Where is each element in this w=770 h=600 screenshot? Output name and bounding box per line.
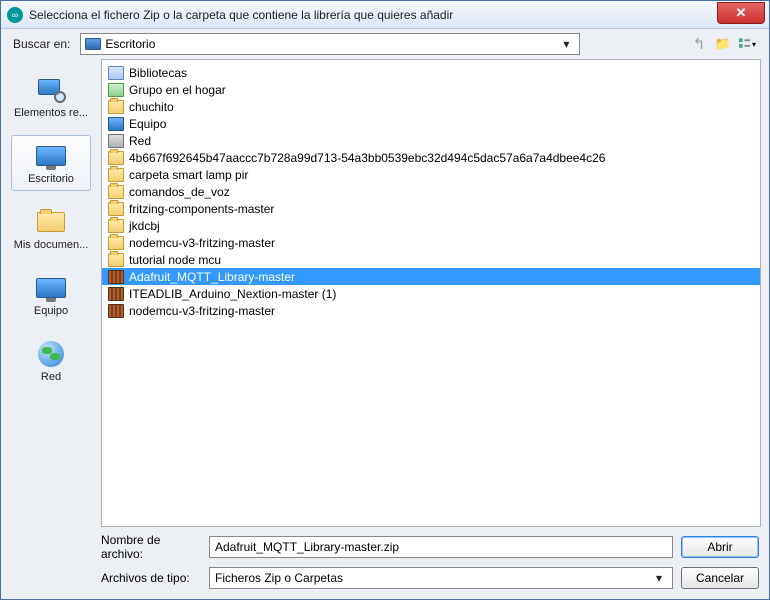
file-row[interactable]: Red (102, 132, 760, 149)
filetype-label: Archivos de tipo: (101, 571, 201, 585)
folder-icon (108, 202, 124, 216)
desktop-icon (85, 38, 101, 50)
place-desktop[interactable]: Escritorio (11, 135, 91, 191)
toolbar-icons: ▾ (689, 34, 757, 54)
file-name: chuchito (129, 100, 174, 114)
file-row[interactable]: 4b667f692645b47aaccc7b728a99d713-54a3bb0… (102, 149, 760, 166)
file-row[interactable]: Bibliotecas (102, 64, 760, 81)
place-label: Escritorio (12, 173, 90, 185)
new-folder-button[interactable] (713, 34, 733, 54)
folder-icon (108, 168, 124, 182)
file-row[interactable]: carpeta smart lamp pir (102, 166, 760, 183)
places-bar: Elementos re... Escritorio Mis documen..… (5, 59, 97, 527)
file-row[interactable]: nodemcu-v3-fritzing-master (102, 234, 760, 251)
file-row[interactable]: Equipo (102, 115, 760, 132)
file-row[interactable]: Grupo en el hogar (102, 81, 760, 98)
file-row[interactable]: nodemcu-v3-fritzing-master (102, 302, 760, 319)
mon-icon (108, 117, 124, 131)
file-name: Bibliotecas (129, 66, 187, 80)
file-name: jkdcbj (129, 219, 160, 233)
file-name: nodemcu-v3-fritzing-master (129, 236, 275, 250)
computer-icon (36, 278, 66, 298)
file-name: tutorial node mcu (129, 253, 221, 267)
group-icon (108, 83, 124, 97)
file-dialog: Selecciona el fichero Zip o la carpeta q… (0, 0, 770, 600)
place-label: Elementos re... (12, 107, 90, 119)
file-name: 4b667f692645b47aaccc7b728a99d713-54a3bb0… (129, 151, 605, 165)
file-name: Equipo (129, 117, 166, 131)
file-row[interactable]: tutorial node mcu (102, 251, 760, 268)
lookin-combo[interactable]: Escritorio ▾ (80, 33, 580, 55)
folder-icon (108, 253, 124, 267)
file-row[interactable]: chuchito (102, 98, 760, 115)
file-name: comandos_de_voz (129, 185, 230, 199)
filename-label: Nombre de archivo: (101, 533, 201, 561)
body-area: Elementos re... Escritorio Mis documen..… (1, 59, 769, 527)
chevron-down-icon: ▾ (557, 35, 575, 53)
folder-icon (108, 100, 124, 114)
folder-icon (108, 236, 124, 250)
file-row[interactable]: Adafruit_MQTT_Library-master (102, 268, 760, 285)
file-row[interactable]: fritzing-components-master (102, 200, 760, 217)
filetype-value: Ficheros Zip o Carpetas (215, 571, 343, 585)
place-label: Equipo (12, 305, 90, 317)
toolbar: Buscar en: Escritorio ▾ ▾ (1, 29, 769, 59)
file-name: nodemcu-v3-fritzing-master (129, 304, 275, 318)
chevron-down-icon: ▾ (651, 571, 667, 585)
zip-icon (108, 270, 124, 284)
file-name: carpeta smart lamp pir (129, 168, 248, 182)
file-name: fritzing-components-master (129, 202, 274, 216)
file-row[interactable]: jkdcbj (102, 217, 760, 234)
file-name: Adafruit_MQTT_Library-master (129, 270, 295, 284)
cancel-button[interactable]: Cancelar (681, 567, 759, 589)
file-list[interactable]: Bibliotecas Grupo en el hogar chuchito Equi… (101, 59, 761, 527)
filetype-combo[interactable]: Ficheros Zip o Carpetas ▾ (209, 567, 673, 589)
file-row[interactable]: comandos_de_voz (102, 183, 760, 200)
lib-icon (108, 66, 124, 80)
desktop-icon (36, 146, 66, 166)
folder-icon (108, 151, 124, 165)
lookin-value: Escritorio (105, 37, 155, 51)
file-name: ITEADLIB_Arduino_Nextion-master (1) (129, 287, 336, 301)
lookin-label: Buscar en: (13, 37, 70, 51)
place-recent[interactable]: Elementos re... (11, 69, 91, 125)
place-documents[interactable]: Mis documen... (11, 201, 91, 257)
place-computer[interactable]: Equipo (11, 267, 91, 323)
file-name: Grupo en el hogar (129, 83, 226, 97)
open-button[interactable]: Abrir (681, 536, 759, 558)
window-title: Selecciona el fichero Zip o la carpeta q… (29, 8, 717, 22)
zip-icon (108, 304, 124, 318)
zip-icon (108, 287, 124, 301)
file-row[interactable]: ITEADLIB_Arduino_Nextion-master (1) (102, 285, 760, 302)
place-label: Mis documen... (12, 239, 90, 251)
close-button[interactable]: ✕ (717, 2, 765, 24)
arduino-icon (7, 7, 23, 23)
view-menu-button[interactable]: ▾ (737, 34, 757, 54)
globe-icon (38, 341, 64, 367)
folder-icon (37, 212, 65, 232)
file-name: Red (129, 134, 151, 148)
up-folder-button[interactable] (689, 34, 709, 54)
titlebar: Selecciona el fichero Zip o la carpeta q… (1, 1, 769, 29)
filename-input[interactable] (209, 536, 673, 558)
folder-icon (108, 185, 124, 199)
place-network[interactable]: Red (11, 333, 91, 389)
place-label: Red (12, 371, 90, 383)
recent-icon (38, 79, 64, 101)
folder-icon (108, 219, 124, 233)
net-icon (108, 134, 124, 148)
bottom-panel: Nombre de archivo: Abrir Archivos de tip… (1, 527, 769, 599)
